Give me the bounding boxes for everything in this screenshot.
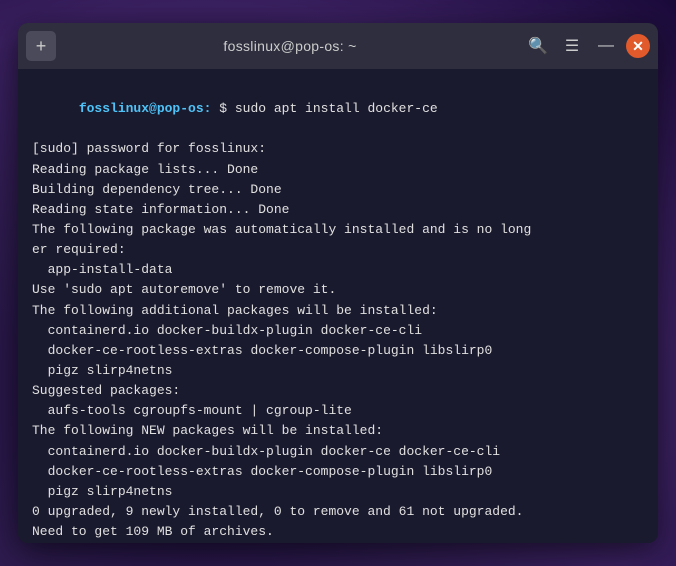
- prompt-dollar: $: [211, 101, 234, 116]
- title-left: +: [26, 31, 56, 61]
- new-tab-button[interactable]: +: [26, 31, 56, 61]
- search-button[interactable]: 🔍: [524, 32, 552, 60]
- terminal-line: The following package was automatically …: [32, 220, 644, 240]
- terminal-line: containerd.io docker-buildx-plugin docke…: [32, 321, 644, 341]
- minimize-button[interactable]: —: [592, 32, 620, 60]
- terminal-line: Suggested packages:: [32, 381, 644, 401]
- close-button[interactable]: ✕: [626, 34, 650, 58]
- terminal-body[interactable]: fosslinux@pop-os: $ sudo apt install doc…: [18, 69, 658, 543]
- minimize-icon: —: [598, 37, 614, 55]
- terminal-line: er required:: [32, 240, 644, 260]
- terminal-line: docker-ce-rootless-extras docker-compose…: [32, 462, 644, 482]
- terminal-line: The following additional packages will b…: [32, 301, 644, 321]
- terminal-line: pigz slirp4netns: [32, 482, 644, 502]
- terminal-line: Need to get 109 MB of archives.: [32, 522, 644, 542]
- terminal-line: 0 upgraded, 9 newly installed, 0 to remo…: [32, 502, 644, 522]
- terminal-line: The following NEW packages will be insta…: [32, 421, 644, 441]
- terminal-line: docker-ce-rootless-extras docker-compose…: [32, 341, 644, 361]
- menu-button[interactable]: ☰: [558, 32, 586, 60]
- prompt-user: fosslinux@pop-os:: [79, 101, 212, 116]
- terminal-line: pigz slirp4netns: [32, 361, 644, 381]
- terminal-output: [sudo] password for fosslinux:Reading pa…: [32, 139, 644, 543]
- terminal-line: Building dependency tree... Done: [32, 180, 644, 200]
- search-icon: 🔍: [528, 36, 548, 56]
- terminal-line: Reading state information... Done: [32, 200, 644, 220]
- window-title: fosslinux@pop-os: ~: [223, 38, 356, 54]
- title-controls: 🔍 ☰ — ✕: [524, 32, 650, 60]
- terminal-line: aufs-tools cgroupfs-mount | cgroup-lite: [32, 401, 644, 421]
- terminal-line: After this operation, 395 MB of addition…: [32, 542, 644, 543]
- menu-icon: ☰: [565, 36, 579, 56]
- prompt-command: sudo apt install docker-ce: [235, 101, 438, 116]
- terminal-line: Reading package lists... Done: [32, 160, 644, 180]
- terminal-line: Use 'sudo apt autoremove' to remove it.: [32, 280, 644, 300]
- terminal-line: containerd.io docker-buildx-plugin docke…: [32, 442, 644, 462]
- title-bar: + fosslinux@pop-os: ~ 🔍 ☰ — ✕: [18, 23, 658, 69]
- close-icon: ✕: [632, 38, 644, 55]
- terminal-window: + fosslinux@pop-os: ~ 🔍 ☰ — ✕ fosslinux@…: [18, 23, 658, 543]
- terminal-line: app-install-data: [32, 260, 644, 280]
- terminal-line: [sudo] password for fosslinux:: [32, 139, 644, 159]
- command-line: fosslinux@pop-os: $ sudo apt install doc…: [32, 79, 644, 139]
- new-tab-icon: +: [36, 36, 47, 57]
